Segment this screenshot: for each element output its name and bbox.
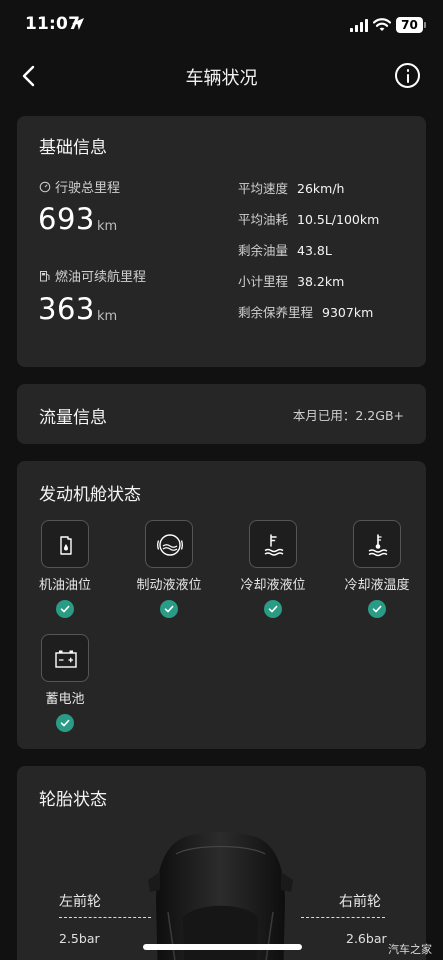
cellular-signal-icon [350,19,368,32]
battery-level-icon: 70 [396,17,426,33]
total-mileage-value: 693 [38,202,95,236]
engine-item-coolant-temperature[interactable]: 冷却液温度 [329,520,425,618]
engine-item-label: 制动液液位 [136,578,202,593]
trip-mileage-row: 小计里程 38.2km [238,274,345,289]
front-left-tire-pressure: 2.5bar [59,931,100,946]
check-icon [160,600,178,618]
fuel-range-label: 燃油可续航里程 [39,266,146,285]
coolant-level-icon [264,534,284,556]
total-mileage-label: 行驶总里程 [39,177,120,196]
fuel-range-unit: km [97,309,118,324]
front-right-tire-pressure: 2.6bar [346,931,387,946]
basic-info-card: 基础信息 行驶总里程 693 km 燃油可续航里程 363 km 平均速度 26k… [17,116,426,367]
check-icon [56,714,74,732]
data-traffic-card[interactable]: 流量信息 本月已用：2.2GB+ [17,384,426,444]
check-icon [368,600,386,618]
check-icon [264,600,282,618]
traffic-usage: 本月已用：2.2GB+ [292,408,404,423]
engine-item-coolant-level[interactable]: 冷却液液位 [225,520,321,618]
remaining-fuel-row: 剩余油量 43.8L [238,243,332,258]
odometer-icon [39,181,51,193]
brake-fluid-icon [157,534,183,556]
engine-item-label: 冷却液液位 [240,578,306,593]
fuel-range-value: 363 [38,292,95,326]
avg-fuel-consumption-row: 平均油耗 10.5L/100km [238,212,380,227]
engine-item-brake-fluid[interactable]: 制动液液位 [121,520,217,618]
location-arrow-icon [72,18,84,30]
avg-speed-row: 平均速度 26km/h [238,181,345,196]
engine-status-card: 发动机舱状态 机油油位 制动液液位 冷却液液位 冷却液温度 蓄电池 [17,461,426,749]
front-left-tire-divider [59,917,151,918]
status-bar: 11:07 70 [0,0,443,50]
engine-status-title: 发动机舱状态 [39,485,141,505]
engine-item-label: 机油油位 [38,578,91,593]
engine-item-oil-level[interactable]: 机油油位 [17,520,113,618]
tire-status-title: 轮胎状态 [39,790,107,810]
check-icon [56,600,74,618]
battery-icon [55,650,77,668]
engine-item-battery[interactable]: 蓄电池 [17,634,113,732]
car-top-view-image [148,832,293,960]
watermark: 汽车之家 [388,943,432,956]
front-left-tire-label: 左前轮 [59,894,101,910]
info-button[interactable] [395,63,420,88]
front-right-tire-divider [301,917,385,918]
home-indicator[interactable] [143,944,302,950]
coolant-temperature-icon [368,534,388,557]
page-title: 车辆状况 [185,68,258,89]
fuel-pump-icon [40,271,50,282]
maintenance-mileage-row: 剩余保养里程 9307km [238,305,374,320]
basic-info-title: 基础信息 [39,138,107,158]
total-mileage-unit: km [97,219,118,234]
front-right-tire-label: 右前轮 [339,894,381,910]
tire-status-card: 轮胎状态 左前轮 2.5bar 右前轮 2.6bar [17,766,426,960]
wifi-icon [373,18,391,31]
info-icon [406,69,409,72]
engine-item-label: 蓄电池 [45,692,85,707]
traffic-title: 流量信息 [39,408,107,428]
oil-can-icon [60,536,72,555]
engine-item-label: 冷却液温度 [344,578,410,593]
navigation-bar: 车辆状况 [0,52,443,100]
